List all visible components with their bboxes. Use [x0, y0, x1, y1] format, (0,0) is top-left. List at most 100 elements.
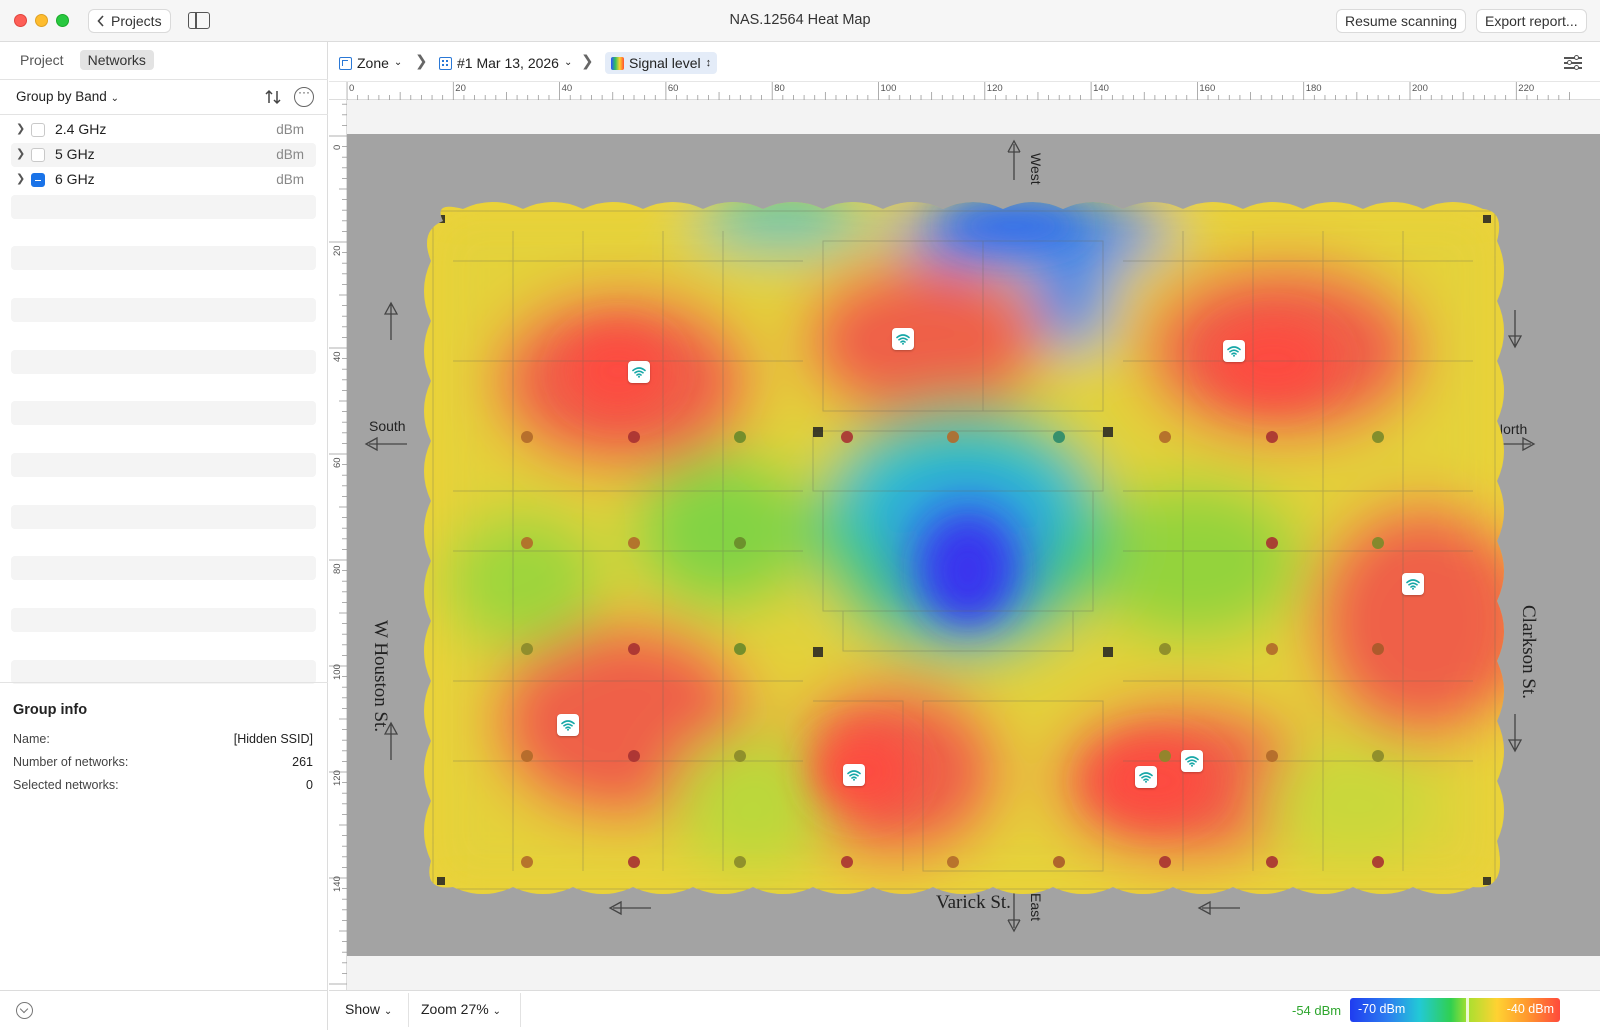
zone-dropdown[interactable]: Zone ⌄	[339, 52, 402, 74]
empty-row	[11, 401, 316, 425]
legend-current-value: -54 dBm	[1292, 1003, 1342, 1018]
wifi-icon[interactable]	[628, 361, 650, 383]
resume-scanning-button[interactable]: Resume scanning	[1336, 9, 1467, 33]
zone-label: Zone	[357, 55, 389, 71]
divider	[0, 79, 328, 80]
wifi-icon[interactable]	[557, 714, 579, 736]
sort-icon[interactable]	[264, 88, 282, 106]
export-report-button[interactable]: Export report...	[1476, 9, 1587, 33]
chevron-right-icon: ❯	[415, 53, 428, 70]
wifi-icon[interactable]	[843, 764, 865, 786]
chevron-down-icon: ⌄	[110, 93, 119, 104]
visualization-dropdown[interactable]: Signal level ↕	[605, 52, 718, 74]
more-options-icon[interactable]	[294, 85, 314, 107]
empty-row	[11, 608, 316, 632]
band-row-5ghz[interactable]: ❯ 5 GHz dBm	[11, 143, 316, 167]
band-row-2-4ghz[interactable]: ❯ 2.4 GHz dBm	[11, 118, 316, 142]
horizontal-ruler: 0 20 40 60 80 100 120 140 160 180 200 220	[347, 82, 1600, 100]
status-bar: Show ⌄ Zoom 27% ⌄ -54 dBm -70 dBm -40 dB…	[329, 990, 1600, 1030]
zone-icon	[339, 56, 352, 70]
legend-min-label: -70 dBm	[1358, 1002, 1406, 1016]
band-row-6ghz[interactable]: ❯ 6 GHz dBm	[11, 168, 316, 192]
group-info-title: Group info	[13, 702, 88, 718]
vertical-ruler: 0 20 40 60 80 100 120 140	[329, 100, 347, 990]
direction-west: West	[1028, 153, 1044, 185]
divider	[0, 682, 328, 683]
tab-project[interactable]: Project	[12, 50, 72, 70]
signal-gradient-icon	[611, 56, 624, 70]
band-unit: dBm	[276, 172, 304, 187]
ruler-label: 200	[1412, 83, 1428, 94]
chevron-right-icon[interactable]: ❯	[16, 122, 25, 135]
info-value: 261	[292, 755, 313, 769]
ruler-label: 140	[1093, 83, 1109, 94]
chevron-down-icon: ⌄	[492, 1006, 501, 1017]
street-east: Clarkson St.	[1518, 605, 1539, 699]
group-info-panel: Group info Name: [Hidden SSID] Number of…	[13, 702, 313, 801]
minimize-window-button[interactable]	[35, 14, 48, 27]
sidebar-toggle-icon[interactable]	[188, 12, 210, 29]
back-button-label: Projects	[111, 13, 162, 29]
ruler-label: 40	[561, 83, 573, 94]
ruler-label: 60	[667, 83, 679, 94]
band-checkbox[interactable]	[31, 173, 45, 187]
info-label: Selected networks:	[13, 778, 119, 792]
ruler-label: 220	[1518, 83, 1535, 94]
ruler-label: 0	[332, 144, 343, 150]
show-dropdown[interactable]: Show ⌄	[345, 1001, 392, 1017]
group-by-label: Group by Band	[16, 89, 107, 104]
ruler-label: 20	[455, 83, 466, 94]
back-to-projects-button[interactable]: Projects	[88, 9, 171, 33]
band-name: 5 GHz	[55, 146, 95, 162]
band-name: 6 GHz	[55, 171, 95, 187]
empty-row	[11, 298, 316, 322]
tab-networks[interactable]: Networks	[79, 50, 154, 70]
app-window: Projects NAS.12564 Heat Map Resume scann…	[0, 0, 1600, 1030]
zoom-window-button[interactable]	[56, 14, 69, 27]
wifi-icon[interactable]	[1402, 573, 1424, 595]
chevron-right-icon[interactable]: ❯	[16, 172, 25, 185]
group-info-row: Selected networks: 0	[13, 778, 313, 801]
group-info-row: Number of networks: 261	[13, 755, 313, 778]
display-settings-icon[interactable]	[1564, 54, 1582, 70]
ruler-label: 140	[332, 876, 343, 892]
zoom-label: Zoom 27%	[421, 1001, 489, 1017]
wifi-icon[interactable]	[1135, 766, 1157, 788]
empty-row	[11, 505, 316, 529]
info-label: Number of networks:	[13, 755, 129, 769]
empty-row	[11, 350, 316, 374]
heatmap-graphic	[424, 202, 1504, 894]
band-unit: dBm	[276, 147, 304, 162]
sidebar-footer	[0, 990, 328, 1030]
scan-dropdown[interactable]: #1 Mar 13, 2026 ⌄	[439, 52, 572, 74]
signal-legend[interactable]: -70 dBm -40 dBm	[1350, 998, 1560, 1022]
direction-south: South	[369, 418, 406, 434]
ruler-label: 100	[332, 664, 343, 680]
band-checkbox[interactable]	[31, 148, 45, 162]
street-west: W Houston St.	[370, 620, 391, 733]
signal-heatmap[interactable]	[423, 201, 1505, 899]
collapse-panel-icon[interactable]	[16, 1002, 33, 1019]
wifi-icon[interactable]	[1181, 750, 1203, 772]
divider	[520, 993, 521, 1027]
wifi-icon[interactable]	[1223, 340, 1245, 362]
ruler-ticks	[329, 103, 347, 985]
ruler-label: 160	[1199, 83, 1216, 94]
ruler-label: 80	[332, 563, 343, 574]
group-by-dropdown[interactable]: Group by Band ⌄	[16, 89, 119, 104]
wifi-icon[interactable]	[892, 328, 914, 350]
chevron-right-icon[interactable]: ❯	[16, 147, 25, 160]
close-window-button[interactable]	[14, 14, 27, 27]
scan-label: #1 Mar 13, 2026	[457, 55, 559, 71]
empty-row	[11, 660, 316, 684]
legend-marker	[1466, 998, 1469, 1022]
chevron-left-icon	[97, 15, 104, 27]
zoom-dropdown[interactable]: Zoom 27% ⌄	[421, 1001, 501, 1017]
ruler-label: 60	[332, 457, 343, 468]
band-checkbox[interactable]	[31, 123, 45, 137]
map-canvas[interactable]: South North West East W Houston St. Clar…	[347, 100, 1600, 990]
info-value: 0	[306, 778, 313, 792]
ruler-label: 120	[986, 83, 1003, 94]
ruler-label: 180	[1305, 83, 1322, 94]
empty-row	[11, 246, 316, 270]
